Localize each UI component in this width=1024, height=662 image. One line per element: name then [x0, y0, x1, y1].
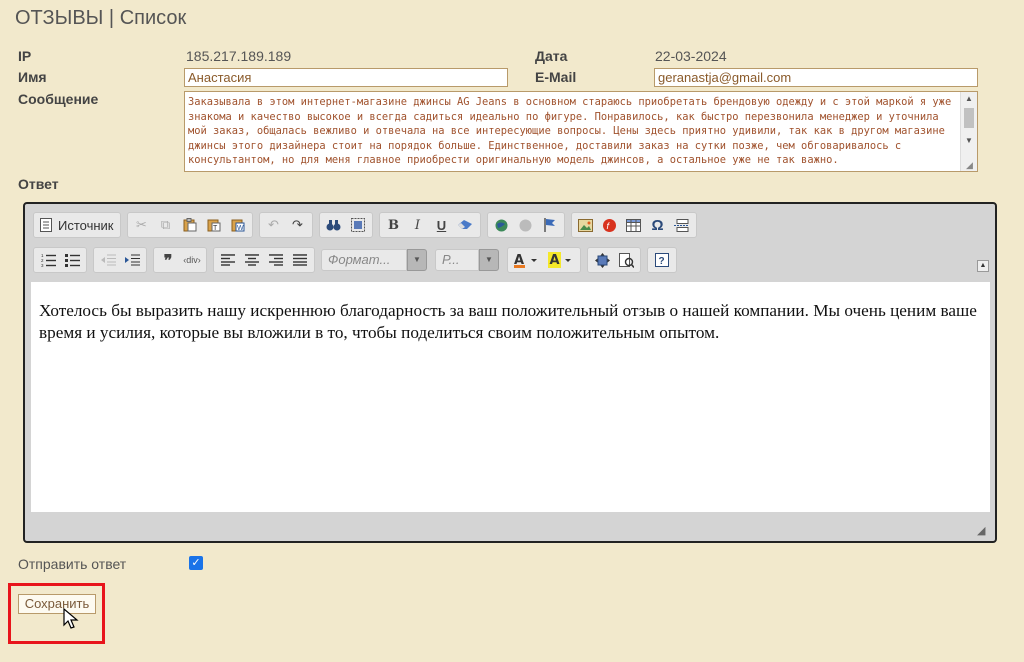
- copy-icon[interactable]: ⧉: [154, 214, 178, 236]
- reply-label: Ответ: [18, 176, 59, 192]
- size-dropdown[interactable]: Р... ▼: [435, 248, 499, 272]
- svg-text:3: 3: [41, 263, 44, 267]
- bulleted-list-icon[interactable]: [60, 249, 84, 271]
- size-dropdown-value: Р...: [435, 249, 479, 271]
- date-label: Дата: [535, 48, 568, 64]
- create-div-icon[interactable]: ‹div›: [180, 249, 204, 271]
- help-icon[interactable]: ?: [650, 249, 674, 271]
- align-right-icon[interactable]: [264, 249, 288, 271]
- blockquote-icon[interactable]: ❞: [156, 249, 180, 271]
- message-textarea[interactable]: Заказывала в этом интернет-магазине джин…: [184, 91, 978, 172]
- paste-text-icon[interactable]: T: [202, 214, 226, 236]
- scroll-up-arrow-icon[interactable]: ▲: [961, 92, 977, 106]
- redo-icon[interactable]: ↷: [286, 214, 310, 236]
- paste-icon[interactable]: [178, 214, 202, 236]
- source-button[interactable]: Источник: [36, 214, 118, 236]
- mouse-cursor-icon: [63, 608, 79, 629]
- editor-toolbar-row-2: 123 ❞ ‹div› Формат... ▼ Р... ▼ A A ?: [33, 247, 683, 273]
- rich-text-editor: Источник ✂ ⧉ T W ↶ ↷ B I U f Ω 1 2 3 ❞ ‹…: [23, 202, 997, 543]
- find-icon[interactable]: [322, 214, 346, 236]
- cut-icon[interactable]: ✂: [130, 214, 154, 236]
- background-color-icon[interactable]: A: [544, 249, 578, 271]
- svg-text:W: W: [237, 225, 244, 232]
- indent-icon[interactable]: [120, 249, 144, 271]
- image-icon[interactable]: [574, 214, 598, 236]
- italic-icon[interactable]: I: [406, 214, 430, 236]
- outdent-icon[interactable]: [96, 249, 120, 271]
- editor-resize-grip-icon[interactable]: ◢: [977, 525, 989, 537]
- date-value: 22-03-2024: [655, 48, 727, 64]
- select-all-icon[interactable]: [346, 214, 370, 236]
- format-dropdown[interactable]: Формат... ▼: [321, 248, 427, 272]
- special-char-icon[interactable]: Ω: [646, 214, 670, 236]
- anchor-icon[interactable]: [538, 214, 562, 236]
- align-left-icon[interactable]: [216, 249, 240, 271]
- format-dropdown-value: Формат...: [321, 249, 407, 271]
- numbered-list-icon[interactable]: 123: [36, 249, 60, 271]
- align-center-icon[interactable]: [240, 249, 264, 271]
- svg-text:A: A: [550, 253, 560, 268]
- collapse-toolbar-icon[interactable]: ▲: [977, 260, 989, 272]
- email-field[interactable]: geranastja@gmail.com: [654, 68, 978, 87]
- chevron-down-icon[interactable]: ▼: [479, 249, 499, 271]
- bold-icon[interactable]: B: [382, 214, 406, 236]
- message-text: Заказывала в этом интернет-магазине джин…: [188, 96, 952, 166]
- maximize-icon[interactable]: [590, 249, 614, 271]
- save-button[interactable]: Сохранить: [18, 594, 96, 614]
- send-reply-label: Отправить ответ: [18, 556, 127, 572]
- resize-grip-icon[interactable]: ◢: [966, 160, 976, 170]
- name-field[interactable]: Анастасия: [184, 68, 508, 87]
- text-color-icon[interactable]: A: [510, 249, 544, 271]
- email-label: E-Mail: [535, 69, 577, 85]
- chevron-down-icon[interactable]: ▼: [407, 249, 427, 271]
- remove-format-icon[interactable]: [454, 214, 478, 236]
- message-label: Сообщение: [18, 91, 99, 107]
- align-justify-icon[interactable]: [288, 249, 312, 271]
- send-reply-checkbox[interactable]: ✓: [189, 556, 203, 570]
- editor-toolbar-row-1: Источник ✂ ⧉ T W ↶ ↷ B I U f Ω: [33, 212, 703, 238]
- ip-value: 185.217.189.189: [186, 48, 292, 64]
- reply-text: Хотелось бы выразить нашу искреннюю благ…: [39, 301, 977, 342]
- svg-text:?: ?: [659, 256, 665, 267]
- table-icon[interactable]: [622, 214, 646, 236]
- scroll-down-arrow-icon[interactable]: ▼: [961, 134, 977, 148]
- show-blocks-icon[interactable]: [614, 249, 638, 271]
- source-icon: [40, 218, 52, 232]
- svg-text:T: T: [213, 225, 218, 232]
- link-icon[interactable]: [490, 214, 514, 236]
- scroll-thumb[interactable]: [964, 108, 974, 128]
- source-button-label: Источник: [58, 217, 114, 233]
- flash-icon[interactable]: f: [598, 214, 622, 236]
- page-title: ОТЗЫВЫ | Список: [15, 7, 187, 29]
- ip-label: IP: [18, 48, 32, 64]
- unlink-icon[interactable]: [514, 214, 538, 236]
- name-label: Имя: [18, 69, 47, 85]
- undo-icon[interactable]: ↶: [262, 214, 286, 236]
- page-break-icon[interactable]: [670, 214, 694, 236]
- underline-icon[interactable]: U: [430, 214, 454, 236]
- editor-content-area[interactable]: Хотелось бы выразить нашу искреннюю благ…: [31, 282, 990, 512]
- paste-word-icon[interactable]: W: [226, 214, 250, 236]
